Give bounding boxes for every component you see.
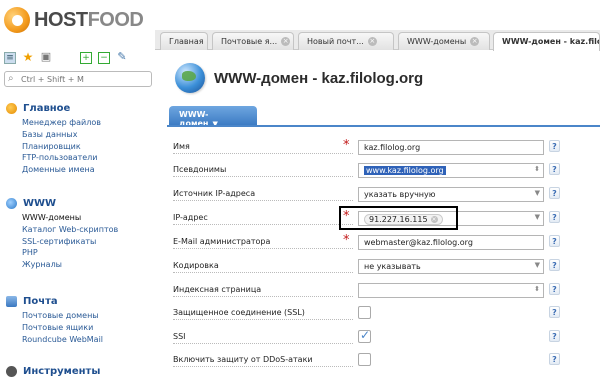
- sidebar-section-header[interactable]: WWW: [0, 196, 160, 210]
- sidebar-item-list: WWW-домены Каталог Web-скриптов SSL-сертиф…: [0, 212, 160, 271]
- sidebar-item[interactable]: SSL-сертификаты: [22, 236, 160, 248]
- chevron-down-icon: ▼: [534, 189, 540, 197]
- package-icon[interactable]: ▣: [40, 51, 52, 64]
- help-icon[interactable]: ?: [549, 330, 560, 342]
- row-ssi: SSI ✓ ?: [173, 328, 595, 348]
- logo-text: HOSTFOOD: [34, 8, 144, 31]
- row-ssl: Защищенное соединение (SSL) ?: [173, 304, 595, 324]
- page-header: WWW-домен - kaz.filolog.org: [175, 63, 423, 93]
- sidebar-section-title: Инструменты: [23, 365, 101, 377]
- help-icon[interactable]: ?: [549, 353, 560, 365]
- pin-icon[interactable]: ✎: [116, 51, 128, 64]
- sidebar-section-title: Почта: [23, 295, 58, 307]
- collapse-all-icon[interactable]: −: [98, 52, 110, 64]
- ip-source-select[interactable]: указать вручную ▼: [358, 187, 544, 202]
- sidebar-item[interactable]: Доменные имена: [22, 164, 160, 176]
- sidebar-toolbar: ≡ ★ ▣ + − ✎: [4, 48, 154, 68]
- search-icon: ⌕: [8, 73, 14, 84]
- sidebar-item[interactable]: Базы данных: [22, 129, 160, 141]
- sidebar-item[interactable]: Почтовые домены: [22, 310, 160, 322]
- mail-icon: [6, 295, 17, 307]
- sidebar-item[interactable]: Почтовые ящики: [22, 322, 160, 334]
- sidebar-item[interactable]: PHP: [22, 247, 160, 259]
- aliases-field[interactable]: www.kaz.filolog.org ⬍: [358, 163, 544, 178]
- globe-icon: [6, 197, 17, 209]
- row-ddos: Включить защиту от DDoS-атаки ?: [173, 351, 595, 371]
- help-icon[interactable]: ?: [549, 163, 560, 175]
- sidebar-section-header[interactable]: Почта: [0, 294, 160, 308]
- sidebar-section-main: Главное Менеджер файлов Базы данных Планиро…: [0, 101, 160, 176]
- help-icon[interactable]: ?: [549, 306, 560, 318]
- admin-email-field[interactable]: webmaster@kaz.filolog.org: [358, 235, 544, 250]
- help-icon[interactable]: ?: [549, 259, 560, 271]
- row-index: Индексная страница ⬍ ?: [173, 281, 595, 301]
- help-icon[interactable]: ?: [549, 187, 560, 199]
- sidebar-item-list: Менеджер файлов Базы данных Планировщик FTP…: [0, 117, 160, 176]
- sidebar-item[interactable]: WWW-домены: [22, 212, 160, 224]
- menu-search-input[interactable]: [21, 74, 146, 85]
- globe-icon: [175, 63, 205, 93]
- sidebar-section-title: WWW: [23, 197, 57, 209]
- sidebar-item[interactable]: Roundcube WebMail: [22, 334, 160, 346]
- home-icon: [6, 102, 17, 114]
- row-ip-source: Источник IP-адреса указать вручную ▼ ?: [173, 185, 595, 205]
- sidebar-section-tools: Инструменты: [0, 364, 160, 379]
- sidebar-section-title: Главное: [23, 102, 71, 114]
- menu-search: ⌕: [4, 71, 152, 87]
- tab-home[interactable]: Главная: [160, 32, 208, 50]
- help-icon[interactable]: ?: [549, 211, 560, 223]
- row-name: Имя * kaz.filolog.org ?: [173, 138, 595, 158]
- ip-highlight-box: [339, 206, 458, 230]
- row-aliases: Псевдонимы www.kaz.filolog.org ⬍ ?: [173, 161, 595, 181]
- favorites-star-icon[interactable]: ★: [22, 51, 34, 64]
- row-charset: Кодировка не указывать ▼ ?: [173, 257, 595, 277]
- app-window: HOSTFOOD ≡ ★ ▣ + − ✎ ⌕ Главное Менеджер ф…: [0, 0, 600, 379]
- tab-new-mailbox[interactable]: Новый почт... ×: [298, 32, 394, 50]
- ssi-checkbox[interactable]: ✓: [358, 328, 371, 343]
- close-icon[interactable]: ×: [281, 37, 291, 46]
- form-divider: [167, 125, 600, 127]
- chevron-down-icon: ▼: [534, 213, 540, 221]
- tab-mailboxes[interactable]: Почтовые я... ×: [212, 32, 294, 50]
- help-icon[interactable]: ?: [549, 283, 560, 295]
- sidebar-item[interactable]: Каталог Web-скриптов: [22, 224, 160, 236]
- tab-www-domain-edit[interactable]: WWW-домен - kaz.filo: [493, 32, 600, 51]
- tab-www-domains[interactable]: WWW-домены ×: [398, 32, 490, 50]
- close-icon[interactable]: ×: [470, 37, 480, 46]
- required-marker: *: [343, 233, 350, 248]
- hostfood-logo[interactable]: HOSTFOOD: [4, 6, 144, 34]
- tools-icon: [6, 365, 17, 377]
- logo-icon: [4, 7, 30, 33]
- scroll-arrows-icon[interactable]: ⬍: [534, 285, 540, 293]
- subtab-www-domain[interactable]: WWW-домен ▼: [169, 106, 257, 128]
- sidebar-section-www: WWW WWW-домены Каталог Web-скриптов SSL-сер…: [0, 196, 160, 271]
- sidebar-section-header[interactable]: Главное: [0, 101, 160, 115]
- required-marker: *: [343, 138, 350, 153]
- help-icon[interactable]: ?: [549, 235, 560, 247]
- sidebar-item-list: Почтовые домены Почтовые ящики Roundcube W…: [0, 310, 160, 345]
- help-icon[interactable]: ?: [549, 140, 560, 152]
- scroll-arrows-icon[interactable]: ⬍: [534, 165, 540, 173]
- sidebar-item[interactable]: FTP-пользователи: [22, 152, 160, 164]
- tree-view-icon[interactable]: ≡: [4, 52, 16, 64]
- sidebar-section-header[interactable]: Инструменты: [0, 364, 160, 378]
- close-icon[interactable]: ×: [367, 37, 377, 46]
- name-field[interactable]: kaz.filolog.org: [358, 140, 544, 155]
- sidebar-item[interactable]: Журналы: [22, 259, 160, 271]
- tab-bar: Главная Почтовые я... × Новый почт... × WW…: [155, 30, 600, 51]
- sidebar-item[interactable]: Менеджер файлов: [22, 117, 160, 129]
- chevron-down-icon: ▼: [534, 261, 540, 269]
- expand-all-icon[interactable]: +: [80, 52, 92, 64]
- row-email: E-Mail администратора * webmaster@kaz.fi…: [173, 233, 595, 253]
- ddos-checkbox[interactable]: [358, 353, 371, 366]
- sidebar-section-mail: Почта Почтовые домены Почтовые ящики Roundc…: [0, 294, 160, 345]
- checkmark-icon: ✓: [360, 328, 371, 342]
- index-page-field[interactable]: ⬍: [358, 283, 544, 298]
- sidebar-item[interactable]: Планировщик: [22, 141, 160, 153]
- page-title: WWW-домен - kaz.filolog.org: [214, 69, 424, 87]
- charset-select[interactable]: не указывать ▼: [358, 259, 544, 274]
- ssl-checkbox[interactable]: [358, 306, 371, 319]
